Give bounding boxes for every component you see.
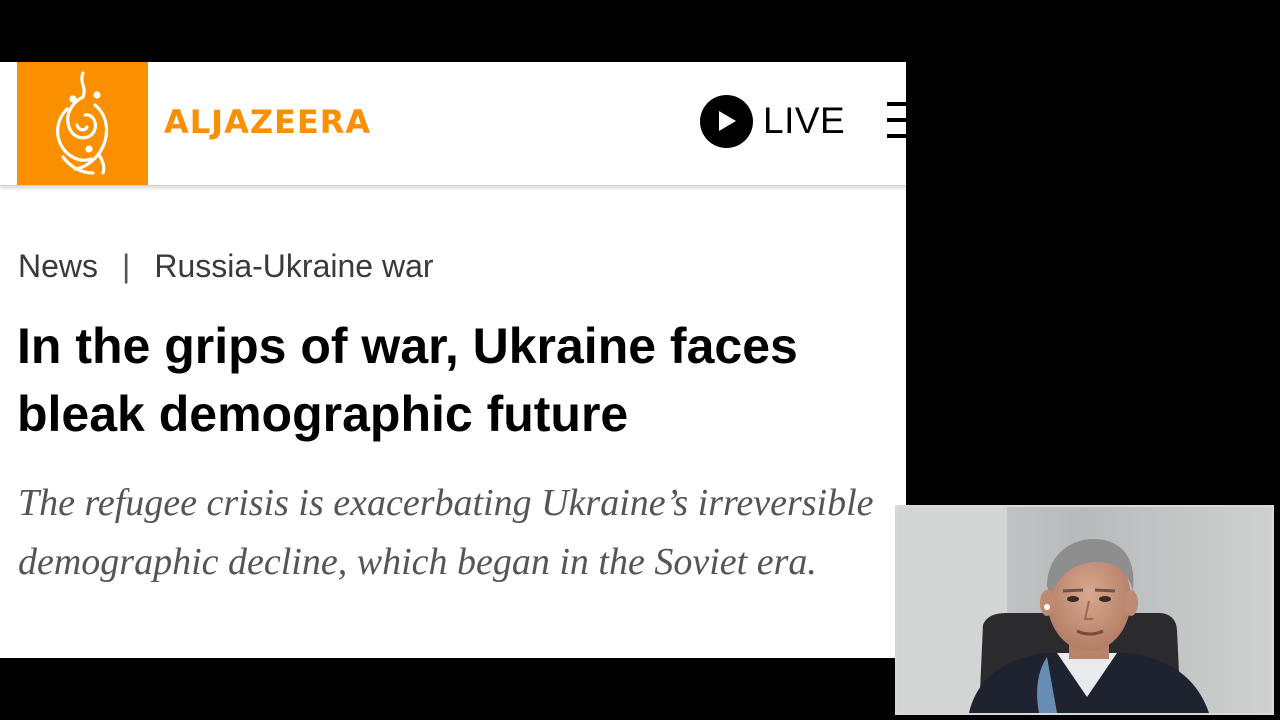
live-label: LIVE <box>763 100 846 141</box>
aljazeera-calligraphy-icon <box>55 70 108 175</box>
live-button[interactable]: LIVE <box>700 94 845 148</box>
brand-wordmark[interactable]: ALJAZEERA <box>164 100 371 144</box>
hamburger-menu-icon[interactable] <box>887 102 906 140</box>
article-title: In the grips of war, Ukraine faces bleak… <box>17 318 798 442</box>
play-icon <box>700 94 753 148</box>
article-subtitle: The refugee crisis is exacerbating Ukrai… <box>18 482 874 583</box>
webcam-video <box>895 505 1274 715</box>
screen: ALJAZEERA LIVE News | Russia-Ukraine war… <box>0 0 1280 720</box>
site-header: ALJAZEERA LIVE <box>0 62 906 186</box>
logo-icon[interactable] <box>17 62 148 185</box>
breadcrumb: News | Russia-Ukraine war <box>18 248 434 285</box>
breadcrumb-separator: | <box>122 248 131 284</box>
article-page: ALJAZEERA LIVE News | Russia-Ukraine war… <box>0 62 906 658</box>
breadcrumb-news[interactable]: News <box>18 248 98 285</box>
breadcrumb-topic[interactable]: Russia-Ukraine war <box>154 248 433 285</box>
presenter-image <box>897 507 1272 713</box>
